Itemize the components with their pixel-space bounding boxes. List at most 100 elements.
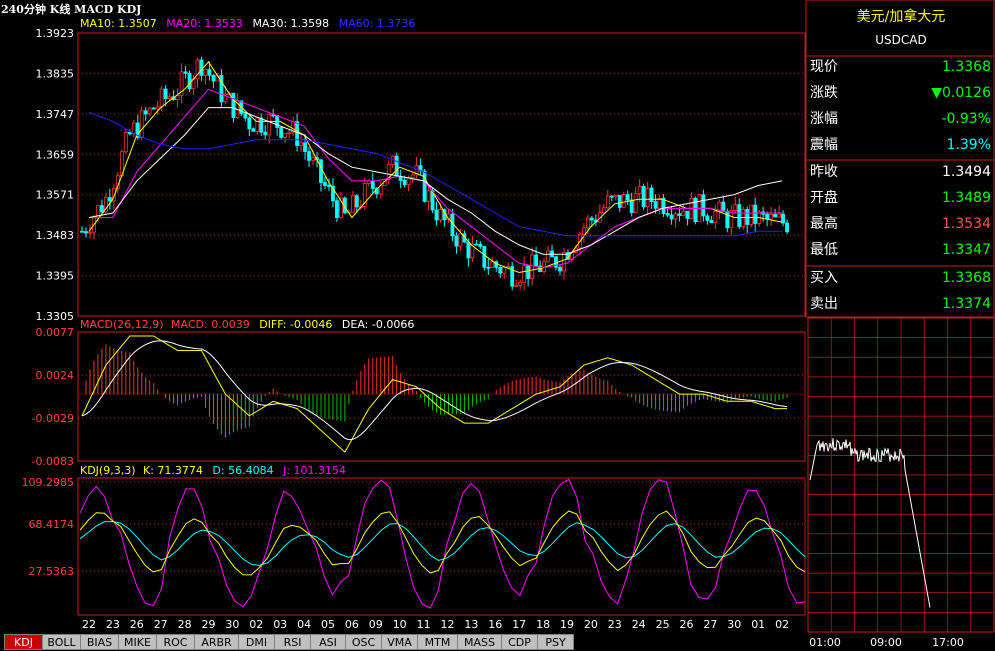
candle-body xyxy=(155,106,160,110)
tab-rsi[interactable]: RSI xyxy=(274,634,311,650)
quote-row-value: 1.3368 xyxy=(942,59,991,75)
candle-body xyxy=(410,174,415,178)
candle-body xyxy=(287,131,292,135)
date-tick-label: 04 xyxy=(297,618,311,631)
moving-averages xyxy=(88,60,783,274)
macd-tick-label: 0.0077 xyxy=(36,326,75,339)
diff-value-label: DIFF: -0.0046 xyxy=(259,318,333,331)
candle-body xyxy=(303,142,307,152)
candle-body xyxy=(311,157,315,161)
candle-body xyxy=(123,132,128,153)
quote-row-value: 1.3489 xyxy=(942,190,991,206)
tab-bias[interactable]: BIAS xyxy=(80,634,119,650)
candle-body xyxy=(582,227,586,235)
candle-body xyxy=(88,231,92,234)
candle-body xyxy=(263,131,268,136)
candle-body xyxy=(143,110,148,115)
candlesticks xyxy=(80,56,789,291)
kdj-tick-label: 68.4174 xyxy=(29,518,75,531)
candle-body xyxy=(769,214,774,220)
candle-body xyxy=(753,204,758,224)
tab-mike[interactable]: MIKE xyxy=(118,634,157,650)
candle-body xyxy=(518,281,523,286)
candle-body xyxy=(657,197,662,209)
date-tick-label: 30 xyxy=(727,618,741,631)
candle-body xyxy=(589,217,594,221)
quote-row-value: 1.3347 xyxy=(942,242,991,258)
candle-body xyxy=(167,96,172,99)
tab-boll[interactable]: BOLL xyxy=(42,634,81,650)
date-tick-label: 02 xyxy=(775,618,789,631)
tab-kdj[interactable]: KDJ xyxy=(4,634,43,650)
candle-body xyxy=(187,72,192,90)
candle-body xyxy=(625,194,630,201)
candle-body xyxy=(247,117,252,130)
candle-body xyxy=(661,197,666,214)
candle-body xyxy=(307,151,311,161)
candle-body xyxy=(621,194,626,208)
tab-roc[interactable]: ROC xyxy=(156,634,195,650)
ma-legend: MA10: 1.3507 MA20: 1.3533 MA30: 1.3598 M… xyxy=(80,17,415,30)
candle-body xyxy=(259,117,264,133)
candle-body xyxy=(370,180,375,189)
dea-value-label: DEA: -0.0066 xyxy=(341,318,415,331)
tab-mtm[interactable]: MTM xyxy=(417,634,458,650)
candle-body xyxy=(422,170,427,202)
candle-body xyxy=(251,128,256,132)
candle-body xyxy=(773,214,777,218)
tab-asi[interactable]: ASI xyxy=(310,634,346,650)
candle-body xyxy=(534,254,538,267)
candle-body xyxy=(546,250,550,262)
quote-row: 震幅 1.39% xyxy=(808,133,994,158)
candle-body xyxy=(785,222,789,233)
candle-body xyxy=(542,260,546,273)
candle-body xyxy=(709,219,714,224)
quote-row-label: 昨收 xyxy=(810,164,838,180)
date-tick-label: 03 xyxy=(273,618,287,631)
macd-param-label: MACD(26,12,9) xyxy=(80,318,164,331)
quote-row: 卖出 1.3374 xyxy=(808,292,994,317)
candle-body xyxy=(394,155,399,177)
candle-body xyxy=(267,114,272,136)
date-tick-label: 20 xyxy=(584,618,598,631)
tab-mass[interactable]: MASS xyxy=(457,634,502,650)
kdj-lines xyxy=(79,478,806,609)
quote-symbol: USDCAD xyxy=(875,33,927,47)
candle-body xyxy=(175,95,180,101)
candle-body xyxy=(203,69,208,76)
candle-body xyxy=(426,190,431,202)
quote-row-value: 1.3494 xyxy=(942,164,991,180)
quote-row: 涨幅 -0.93% xyxy=(808,107,994,132)
candle-body xyxy=(526,265,531,279)
candle-body xyxy=(107,197,112,202)
candle-body xyxy=(601,207,606,213)
tab-psy[interactable]: PSY xyxy=(537,634,574,650)
tab-vma[interactable]: VMA xyxy=(381,634,418,650)
quote-row: 涨跌 ▼0.0126 xyxy=(808,81,994,106)
quote-row: 开盘 1.3489 xyxy=(808,186,994,211)
candle-body xyxy=(558,266,562,272)
intraday-time-label: 17:00 xyxy=(932,636,964,649)
candle-body xyxy=(677,213,682,216)
tab-dmi[interactable]: DMI xyxy=(238,634,275,650)
candle-body xyxy=(255,117,260,132)
ma-line-ma10 xyxy=(88,60,783,274)
date-tick-label: 26 xyxy=(680,618,694,631)
date-tick-label: 10 xyxy=(393,618,407,631)
tab-cdp[interactable]: CDP xyxy=(501,634,538,650)
candle-body xyxy=(721,201,726,212)
candle-body xyxy=(183,71,188,74)
quote-row: 现价 1.3368 xyxy=(808,55,994,80)
date-tick-label: 30 xyxy=(225,618,239,631)
candle-body xyxy=(335,200,339,219)
price-tick-label: 1.3395 xyxy=(36,270,75,283)
macd-tick-label: 0.0024 xyxy=(36,369,75,382)
candle-body xyxy=(514,284,519,287)
candle-body xyxy=(585,217,590,229)
tab-osc[interactable]: OSC xyxy=(345,634,382,650)
tab-arbr[interactable]: ARBR xyxy=(194,634,239,650)
date-tick-label: 27 xyxy=(703,618,717,631)
quote-row-label: 涨幅 xyxy=(810,111,838,127)
quote-row: 买入 1.3368 xyxy=(808,266,994,291)
quote-row-label: 卖出 xyxy=(810,296,838,312)
